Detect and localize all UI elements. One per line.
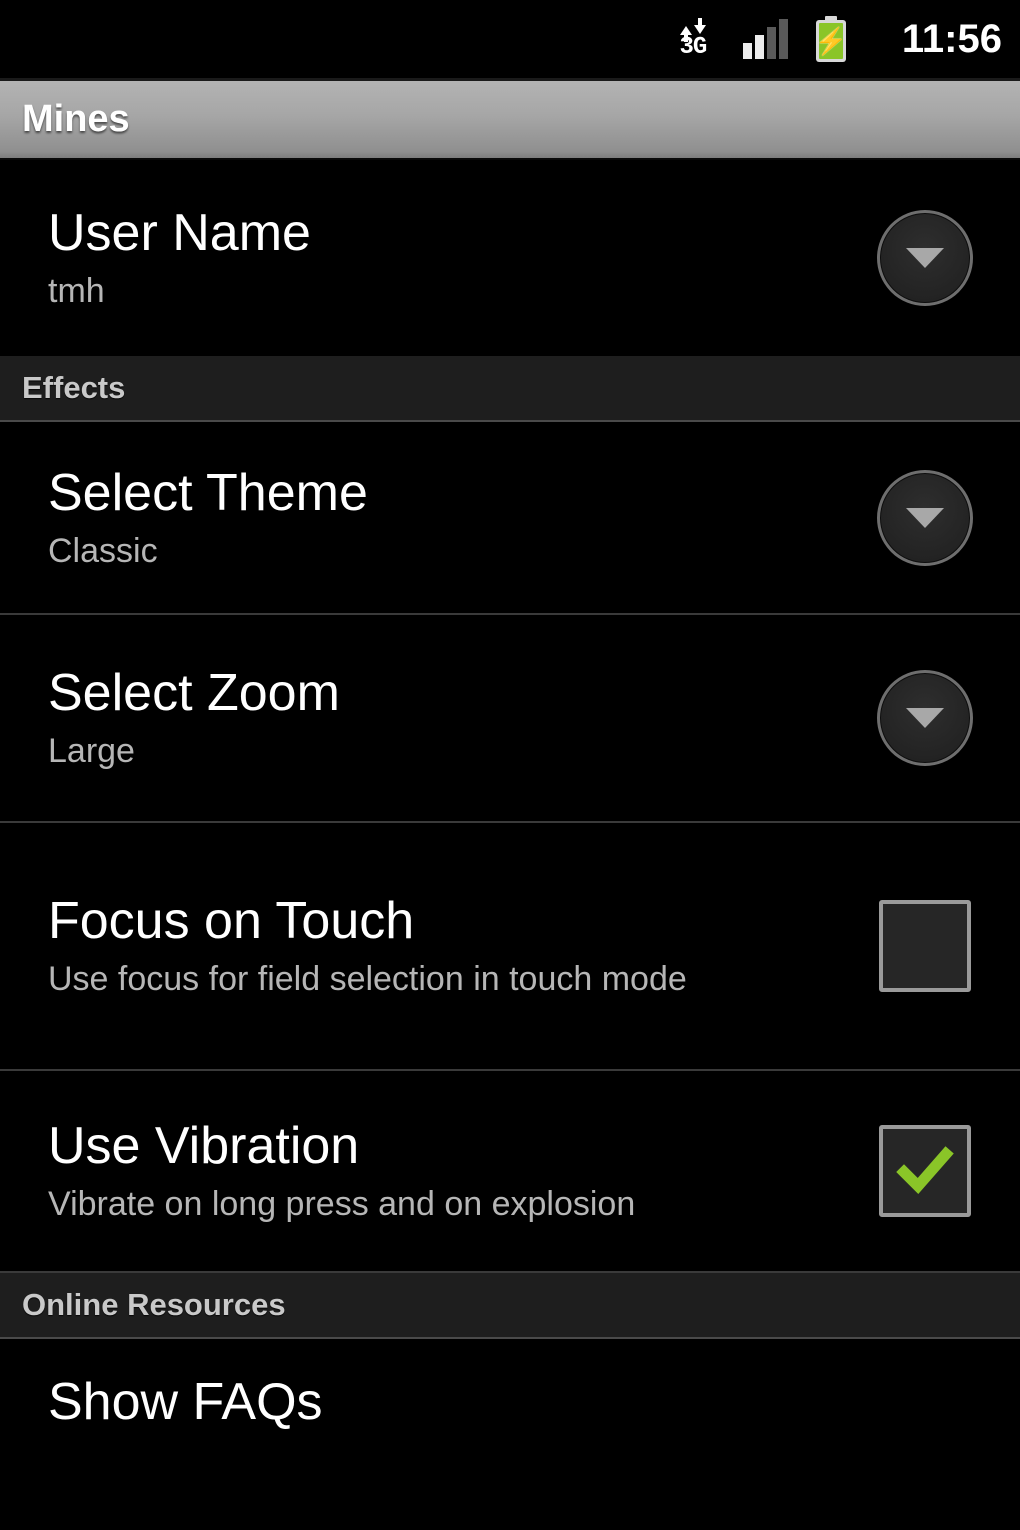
pref-row-select-theme[interactable]: Select Theme Classic xyxy=(0,422,1020,615)
checkmark-icon xyxy=(896,1146,954,1195)
chevron-down-icon xyxy=(906,708,944,728)
user-name-dropdown-button[interactable] xyxy=(877,210,973,306)
pref-summary: Use focus for field selection in touch m… xyxy=(48,960,687,998)
status-bar: 3G ⚡ 11:56 xyxy=(0,0,1020,78)
signal-bar-1 xyxy=(742,43,752,59)
pref-text-block: Show FAQs xyxy=(48,1372,990,1432)
select-zoom-dropdown-button[interactable] xyxy=(877,670,973,766)
pref-summary: Classic xyxy=(48,531,158,570)
title-bar: Mines xyxy=(0,78,1020,160)
battery-body: ⚡ xyxy=(815,20,846,62)
status-clock: 11:56 xyxy=(901,17,1002,61)
pref-summary: Vibrate on long press and on explosion xyxy=(48,1185,636,1223)
pref-row-use-vibration[interactable]: Use Vibration Vibrate on long press and … xyxy=(0,1071,1020,1273)
use-vibration-checkbox[interactable] xyxy=(879,1125,971,1217)
pref-summary: tmh xyxy=(48,272,105,310)
page-title: Mines xyxy=(22,98,130,140)
pref-widget xyxy=(860,900,990,992)
select-theme-dropdown-button[interactable] xyxy=(877,469,973,566)
pref-summary: Large xyxy=(48,732,135,770)
section-title: Online Resources xyxy=(22,1287,286,1322)
pref-title: Use Vibration xyxy=(48,1117,360,1175)
pref-title: User Name xyxy=(48,204,311,262)
pref-title: Show FAQs xyxy=(48,1372,323,1431)
pref-text-block: Select Zoom Large xyxy=(48,663,860,773)
pref-text-block: User Name tmh xyxy=(48,203,860,313)
pref-title: Focus on Touch xyxy=(48,892,415,950)
pref-widget xyxy=(860,469,990,566)
pref-widget xyxy=(860,670,990,766)
pref-row-focus-on-touch[interactable]: Focus on Touch Use focus for field selec… xyxy=(0,823,1020,1071)
battery-charging-icon: ⚡ xyxy=(815,16,846,62)
preference-list: User Name tmh Effects Select Theme Class… xyxy=(0,160,1020,1464)
pref-text-block: Use Vibration Vibrate on long press and … xyxy=(48,1116,860,1226)
signal-bars-icon xyxy=(742,19,788,59)
signal-bar-4 xyxy=(778,19,788,59)
section-header-effects: Effects xyxy=(0,356,1020,422)
arrow-up-icon xyxy=(679,26,692,42)
pref-row-user-name[interactable]: User Name tmh xyxy=(0,160,1020,356)
battery-fill: ⚡ xyxy=(818,23,843,59)
focus-on-touch-checkbox[interactable] xyxy=(879,900,971,992)
status-icons: 3G ⚡ 11:56 xyxy=(671,16,1002,62)
chevron-down-icon xyxy=(906,507,944,528)
charging-bolt-icon: ⚡ xyxy=(818,26,843,56)
section-title: Effects xyxy=(22,370,126,405)
pref-widget xyxy=(860,210,990,306)
pref-widget xyxy=(860,1125,990,1217)
signal-bar-2 xyxy=(754,35,764,59)
section-header-online-resources: Online Resources xyxy=(0,1273,1020,1339)
pref-row-select-zoom[interactable]: Select Zoom Large xyxy=(0,615,1020,823)
pref-text-block: Focus on Touch Use focus for field selec… xyxy=(48,891,860,1001)
chevron-down-icon xyxy=(906,248,944,268)
3g-data-icon: 3G xyxy=(671,18,715,60)
pref-text-block: Select Theme Classic xyxy=(48,463,860,573)
arrow-down-icon xyxy=(693,18,706,34)
pref-title: Select Zoom xyxy=(48,664,340,722)
signal-bar-3 xyxy=(766,27,776,59)
data-transfer-arrows xyxy=(679,18,706,42)
pref-row-show-faqs[interactable]: Show FAQs xyxy=(0,1339,1020,1464)
pref-title: Select Theme xyxy=(48,463,368,522)
